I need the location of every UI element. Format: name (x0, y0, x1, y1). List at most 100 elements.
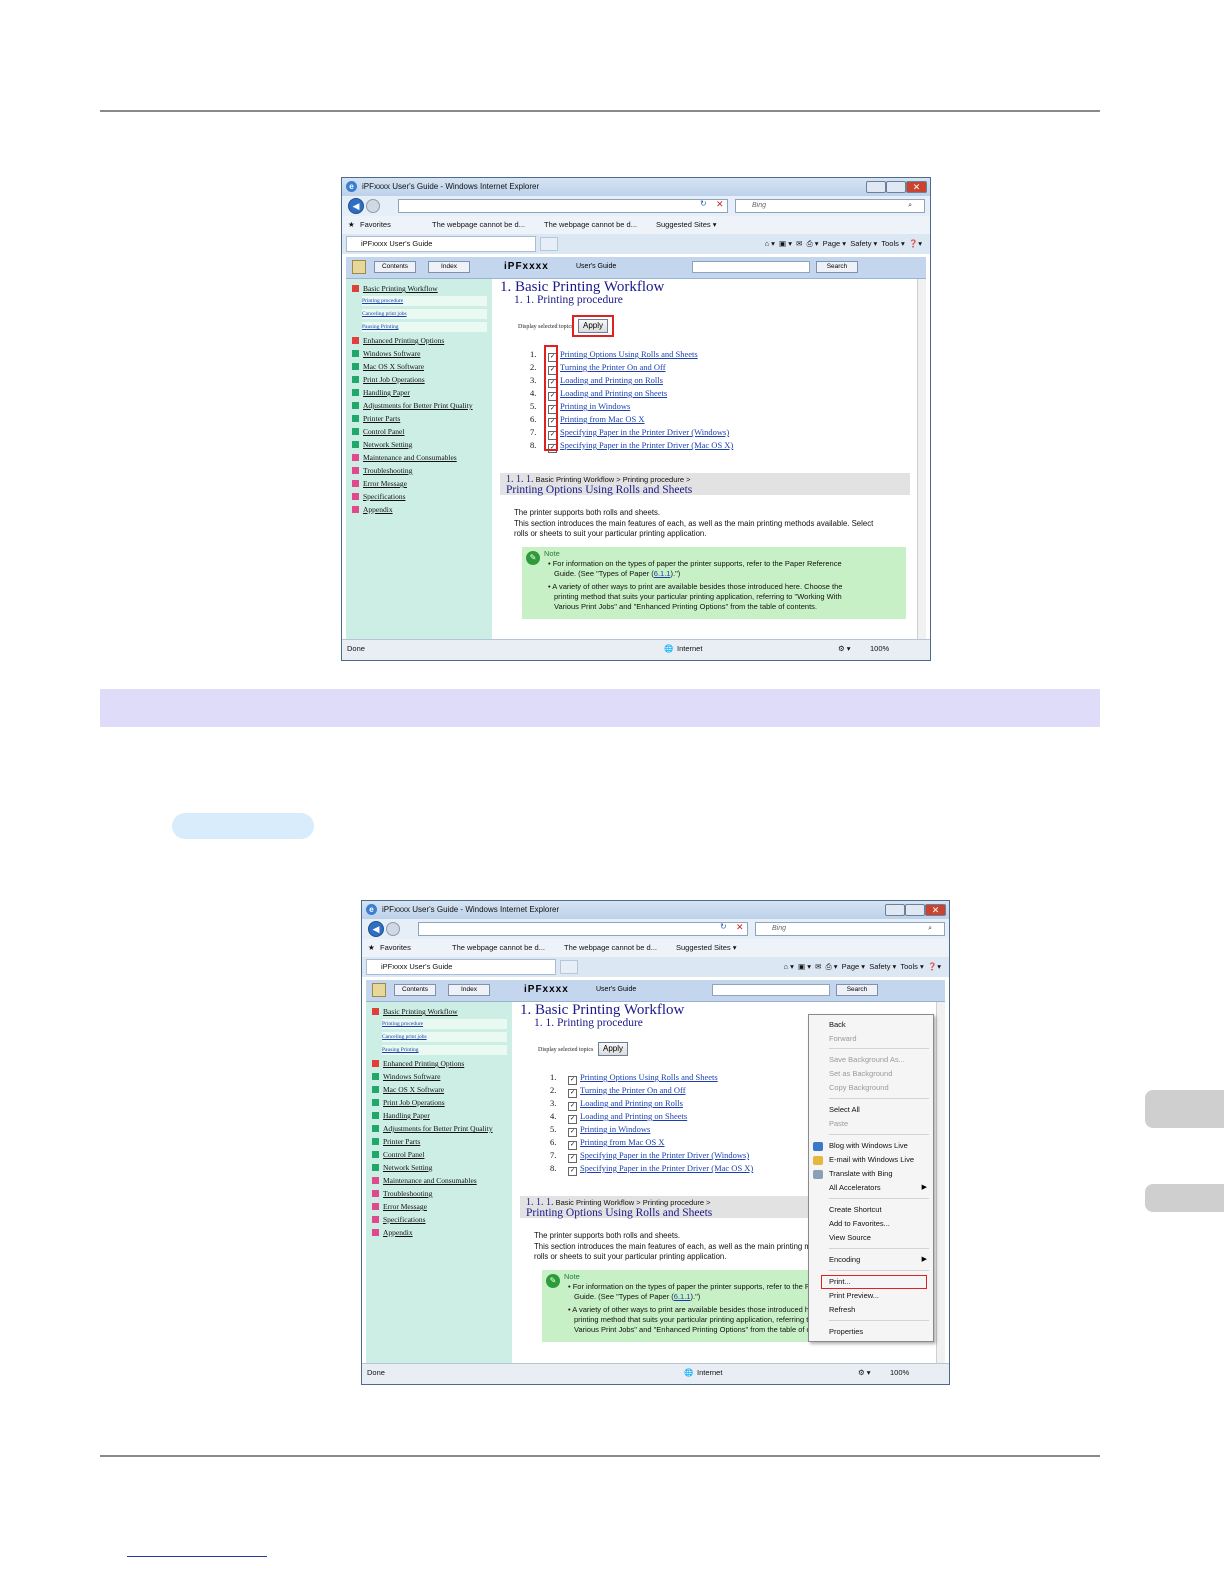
toc-subitem[interactable]: Printing procedure (362, 296, 487, 306)
toc-item[interactable]: Basic Printing Workflow (352, 284, 438, 293)
topic-item[interactable]: 8. ✓ Specifying Paper in the Printer Drive… (550, 1163, 753, 1176)
toc-subitem[interactable]: Pausing Printing (362, 322, 487, 332)
topic-checkbox[interactable]: ✓ (568, 1115, 577, 1124)
menu-item-properties[interactable]: Properties (829, 1327, 863, 1336)
address-input[interactable] (398, 199, 728, 213)
tools-menu[interactable]: Tools ▾ (900, 962, 923, 971)
page-menu[interactable]: Page ▾ (842, 962, 865, 971)
zoom-level[interactable]: 100% (870, 640, 889, 658)
toc-subitem[interactable]: Canceling print jobs (382, 1032, 507, 1042)
menu-item-translate[interactable]: Translate with Bing (829, 1169, 893, 1178)
toc-item[interactable]: Handling Paper (372, 1111, 430, 1120)
index-button[interactable]: Index (448, 984, 490, 996)
menu-item-back[interactable]: Back (829, 1020, 846, 1029)
favorite-link-1[interactable]: The webpage cannot be d... (432, 216, 525, 234)
back-button[interactable]: ◀ (368, 921, 384, 937)
vertical-scrollbar[interactable] (917, 279, 926, 640)
search-icon[interactable]: ⌕ (908, 200, 912, 212)
toc-item[interactable]: Appendix (352, 505, 393, 514)
toc-item[interactable]: Specifications (372, 1215, 426, 1224)
topic-item[interactable]: 5. ✓ Printing in Windows (550, 1124, 650, 1137)
footer-link-underline[interactable] (127, 1556, 267, 1557)
zoom-level[interactable]: 100% (890, 1364, 909, 1382)
page-menu[interactable]: Page ▾ (823, 239, 846, 248)
help-search-button[interactable]: Search (816, 261, 858, 273)
toc-subitem[interactable]: Pausing Printing (382, 1045, 507, 1055)
contents-button[interactable]: Contents (394, 984, 436, 996)
new-tab-button[interactable] (540, 237, 558, 251)
toc-item[interactable]: Error Message (372, 1202, 427, 1211)
address-input[interactable] (418, 922, 748, 936)
favorites-button[interactable]: Favorites (360, 216, 391, 234)
toc-item[interactable]: Handling Paper (352, 388, 410, 397)
close-button[interactable]: ✕ (906, 181, 927, 193)
toc-item[interactable]: Printer Parts (372, 1137, 420, 1146)
toc-item[interactable]: Printer Parts (352, 414, 400, 423)
toc-item[interactable]: Print Job Operations (352, 375, 425, 384)
topic-checkbox[interactable]: ✓ (568, 1141, 577, 1150)
vertical-scrollbar[interactable] (936, 1002, 945, 1364)
favorites-star-icon[interactable]: ★ (348, 216, 355, 234)
toc-item[interactable]: Specifications (352, 492, 406, 501)
close-button[interactable]: ✕ (925, 904, 946, 916)
topic-item[interactable]: 6. ✓ Printing from Mac OS X (550, 1137, 665, 1150)
topic-checkbox[interactable]: ✓ (568, 1154, 577, 1163)
apply-button[interactable]: Apply (598, 1042, 628, 1056)
toc-item[interactable]: Troubleshooting (372, 1189, 432, 1198)
toc-item[interactable]: Enhanced Printing Options (352, 336, 444, 345)
topic-checkbox[interactable]: ✓ (568, 1102, 577, 1111)
home-icon[interactable] (372, 983, 386, 997)
menu-item-email[interactable]: E-mail with Windows Live (829, 1155, 914, 1164)
menu-item-add-favorites[interactable]: Add to Favorites... (829, 1219, 890, 1228)
toc-item[interactable]: Control Panel (372, 1150, 424, 1159)
note-xref-link[interactable]: 6.1.1 (674, 1292, 691, 1301)
note-xref-link[interactable]: 6.1.1 (654, 569, 671, 578)
menu-item-print[interactable]: Print... (829, 1277, 851, 1286)
forward-button[interactable] (366, 199, 380, 213)
new-tab-button[interactable] (560, 960, 578, 974)
menu-item-encoding[interactable]: Encoding (829, 1255, 860, 1264)
toc-subitem[interactable]: Canceling print jobs (362, 309, 487, 319)
back-button[interactable]: ◀ (348, 198, 364, 214)
menu-item-forward[interactable]: Forward (829, 1034, 857, 1043)
favorites-button[interactable]: Favorites (380, 939, 411, 957)
menu-item-print-preview[interactable]: Print Preview... (829, 1291, 879, 1300)
topic-item[interactable]: 3. ✓ Loading and Printing on Rolls (550, 1098, 683, 1111)
toc-item[interactable]: Error Message (352, 479, 407, 488)
menu-item-copy-background[interactable]: Copy Background (829, 1083, 889, 1092)
stop-icon[interactable]: ✕ (736, 922, 744, 933)
toc-item[interactable]: Windows Software (372, 1072, 440, 1081)
refresh-icon[interactable]: ↻ (720, 922, 727, 931)
toc-item[interactable]: Mac OS X Software (352, 362, 424, 371)
toc-item[interactable]: Network Setting (372, 1163, 432, 1172)
favorite-link-1[interactable]: The webpage cannot be d... (452, 939, 545, 957)
menu-item-save-background[interactable]: Save Background As... (829, 1055, 905, 1064)
help-search-input[interactable] (692, 261, 810, 273)
menu-item-set-background[interactable]: Set as Background (829, 1069, 892, 1078)
safety-menu[interactable]: Safety ▾ (850, 239, 877, 248)
toc-item[interactable]: Enhanced Printing Options (372, 1059, 464, 1068)
forward-button[interactable] (386, 922, 400, 936)
topic-item[interactable]: 7. ✓ Specifying Paper in the Printer Drive… (550, 1150, 749, 1163)
menu-item-select-all[interactable]: Select All (829, 1105, 860, 1114)
refresh-icon[interactable]: ↻ (700, 199, 707, 208)
help-search-input[interactable] (712, 984, 830, 996)
home-icon[interactable] (352, 260, 366, 274)
toc-item[interactable]: Basic Printing Workflow (372, 1007, 458, 1016)
help-icon[interactable]: ❓▾ (909, 239, 922, 248)
favorites-star-icon[interactable]: ★ (368, 939, 375, 957)
toc-subitem[interactable]: Printing procedure (382, 1019, 507, 1029)
menu-item-create-shortcut[interactable]: Create Shortcut (829, 1205, 882, 1214)
menu-item-paste[interactable]: Paste (829, 1119, 848, 1128)
maximize-button[interactable] (905, 904, 925, 916)
topic-checkbox[interactable]: ✓ (568, 1128, 577, 1137)
toc-item[interactable]: Maintenance and Consumables (372, 1176, 477, 1185)
tools-menu[interactable]: Tools ▾ (881, 239, 904, 248)
favorite-link-2[interactable]: The webpage cannot be d... (544, 216, 637, 234)
toc-item[interactable]: Control Panel (352, 427, 404, 436)
favorite-link-2[interactable]: The webpage cannot be d... (564, 939, 657, 957)
maximize-button[interactable] (886, 181, 906, 193)
topic-item[interactable]: 4. ✓ Loading and Printing on Sheets (550, 1111, 687, 1124)
help-icon[interactable]: ❓▾ (928, 962, 941, 971)
protected-mode-icon[interactable]: ⚙ ▾ (858, 1364, 871, 1382)
